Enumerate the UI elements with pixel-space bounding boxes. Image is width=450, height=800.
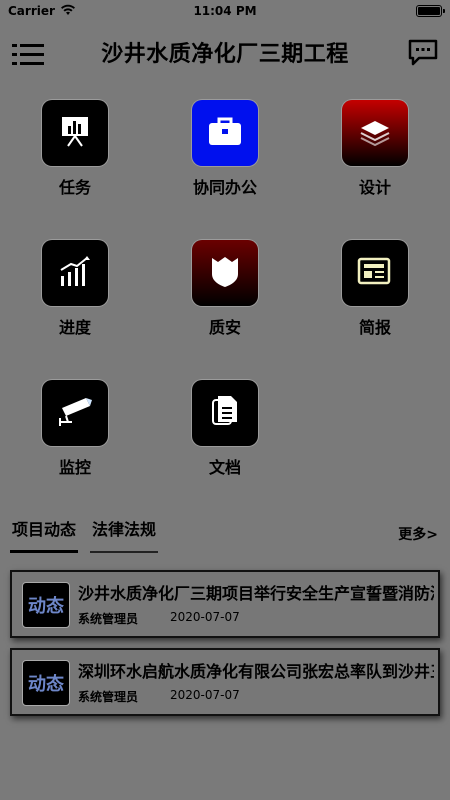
wifi-icon [60,4,76,19]
news-thumbnail: 动态 [22,582,70,628]
progress-tile [42,240,108,306]
grid-item-task[interactable]: 任务 [20,100,130,210]
tab-laws-regulations[interactable]: 法律法规 [90,516,159,553]
menu-list-icon[interactable] [12,42,44,68]
tab-active-indicator [10,550,79,553]
list-item[interactable]: 动态 深圳环水启航水质净化有限公司张宏总率队到沙井三期项目检查 系统管理员 20… [10,648,440,716]
monitor-tile [42,380,108,446]
status-bar: Carrier 11:04 PM [0,0,450,22]
status-left: Carrier [8,4,76,19]
grid-item-documents[interactable]: 文档 [170,380,280,490]
documents-icon [209,394,241,432]
news-tabs: 项目动态 法律法规 更多> [0,516,450,556]
shield-icon [210,254,240,292]
bar-chart-trend-icon [57,254,93,292]
grid-label-briefing: 简报 [358,318,391,337]
presentation-chart-icon [58,114,92,152]
tab-label: 项目动态 [12,520,77,539]
layers-icon [357,115,393,151]
grid-item-office[interactable]: 协同办公 [170,100,280,210]
more-link[interactable]: 更多> [398,524,438,544]
tab-label: 法律法规 [92,520,157,539]
newspaper-icon [357,256,393,290]
tab-indicator [90,551,159,553]
message-icon[interactable] [408,38,438,68]
grid-item-monitor[interactable]: 监控 [20,380,130,490]
news-title: 深圳环水启航水质净化有限公司张宏总率队到沙井三期项目检查 [78,662,434,681]
grid-label-design: 设计 [358,178,391,197]
grid-label-progress: 进度 [58,318,91,337]
news-thumbnail: 动态 [22,660,70,706]
news-author: 系统管理员 [78,690,139,704]
tab-project-news[interactable]: 项目动态 [10,516,79,553]
news-title: 沙井水质净化厂三期项目举行安全生产宣誓暨消防演练活动 [78,584,434,603]
news-date: 2020-07-07 [170,610,240,624]
grid-label-monitor: 监控 [58,458,91,477]
quality-safety-tile [192,240,258,306]
list-item[interactable]: 动态 沙井水质净化厂三期项目举行安全生产宣誓暨消防演练活动 系统管理员 2020… [10,570,440,638]
grid-label-task: 任务 [58,178,91,197]
grid-item-briefing[interactable]: 简报 [320,240,430,350]
briefing-tile [342,240,408,306]
nav-bar: 沙井水质净化厂三期工程 [0,22,450,82]
grid-label-quality-safety: 质安 [208,318,241,337]
carrier-label: Carrier [8,4,55,18]
office-tile [192,100,258,166]
battery-level [418,7,440,15]
news-author: 系统管理员 [78,612,139,626]
battery-icon [416,5,445,17]
documents-tile [192,380,258,446]
security-camera-icon [56,394,94,432]
grid-item-progress[interactable]: 进度 [20,240,130,350]
grid-label-documents: 文档 [208,458,241,477]
task-tile [42,100,108,166]
page-title: 沙井水质净化厂三期工程 [101,42,349,67]
grid-item-quality-safety[interactable]: 质安 [170,240,280,350]
briefcase-icon [207,115,243,151]
design-tile [342,100,408,166]
grid-label-office: 协同办公 [192,178,257,197]
grid-item-design[interactable]: 设计 [320,100,430,210]
news-date: 2020-07-07 [170,688,240,702]
